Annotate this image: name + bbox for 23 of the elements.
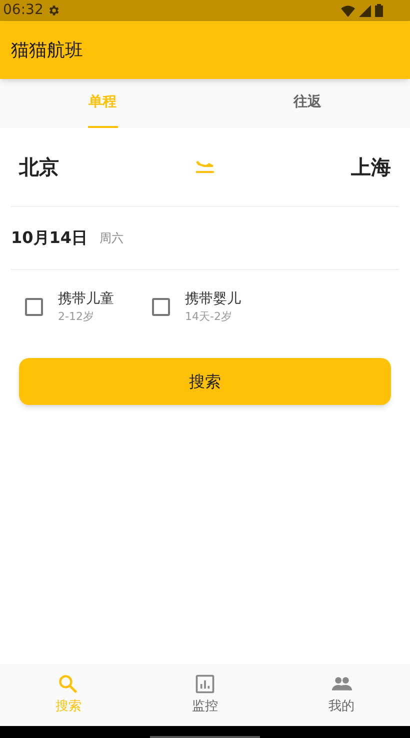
age-range: 14天-2岁 [185, 309, 233, 325]
checkbox[interactable] [152, 298, 170, 316]
weekday: 周六 [100, 230, 124, 247]
wifi-icon [341, 4, 355, 16]
age-range: 2-12岁 [58, 309, 95, 325]
option-label: 携带儿童 [58, 290, 114, 309]
nav-item[interactable]: 我的 [273, 664, 410, 726]
option-label: 携带婴儿 [185, 290, 241, 309]
plane-landing-icon [195, 159, 215, 175]
checkbox[interactable] [25, 298, 43, 316]
arrival-city[interactable]: 上海 [351, 152, 391, 182]
search-button[interactable]: 搜索 [19, 358, 391, 405]
travel-date[interactable]: 10月14日 [11, 226, 88, 250]
bar-chart-icon [194, 673, 216, 696]
nav-item[interactable]: 监控 [136, 664, 274, 726]
trip-tab[interactable]: 往返 [292, 79, 322, 128]
signal-icon [359, 4, 371, 16]
settings-icon [47, 4, 60, 17]
battery-icon [375, 4, 383, 17]
app-title: 猫猫航班 [11, 38, 83, 62]
search-icon [57, 673, 80, 696]
status-time: 06:32 [3, 1, 44, 20]
departure-city[interactable]: 北京 [19, 152, 59, 182]
